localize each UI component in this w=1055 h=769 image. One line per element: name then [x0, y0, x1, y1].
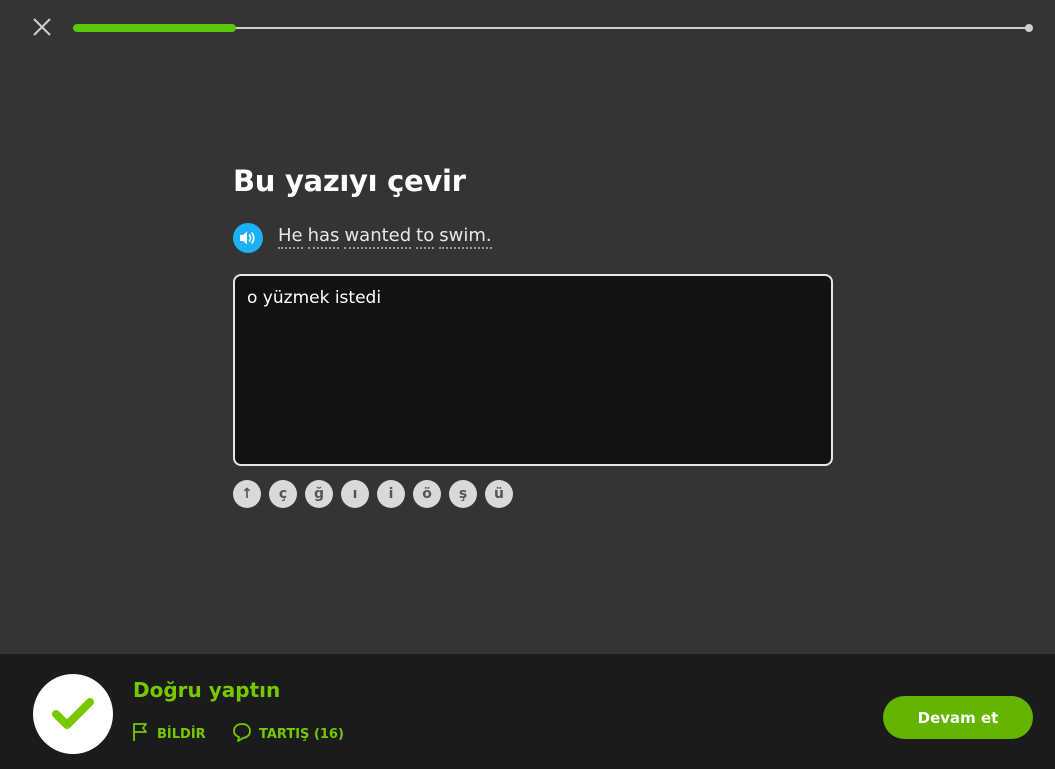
- progress-fill: [73, 24, 236, 32]
- prompt-word[interactable]: He: [278, 225, 303, 249]
- check-icon: [33, 674, 113, 754]
- special-char-key[interactable]: ş: [449, 480, 477, 508]
- prompt-word[interactable]: has: [307, 225, 340, 249]
- comment-icon: [232, 722, 252, 746]
- result-title: Doğru yaptın: [133, 678, 281, 702]
- prompt-word[interactable]: to: [416, 225, 435, 249]
- shift-key[interactable]: ↑: [233, 480, 261, 508]
- speaker-icon[interactable]: [233, 223, 263, 253]
- exercise-title: Bu yazıyı çevir: [233, 164, 466, 198]
- report-label: BİLDİR: [157, 726, 206, 742]
- discuss-label: TARTIŞ (16): [259, 726, 344, 742]
- prompt-word[interactable]: wanted: [344, 225, 412, 249]
- special-char-key[interactable]: ı: [341, 480, 369, 508]
- report-button[interactable]: BİLDİR: [132, 722, 206, 746]
- special-keys: ↑ ç ğ ı i ö ş ü: [233, 480, 513, 508]
- special-char-key[interactable]: ö: [413, 480, 441, 508]
- lesson-page: Bu yazıyı çevir He has wanted to swim. o yüz…: [0, 0, 1055, 769]
- prompt-word[interactable]: swim.: [439, 225, 492, 249]
- answer-textarea[interactable]: o yüzmek istedi: [233, 274, 833, 466]
- answer-text[interactable]: o yüzmek istedi: [247, 288, 381, 308]
- continue-button[interactable]: Devam et: [883, 696, 1033, 739]
- special-char-key[interactable]: ç: [269, 480, 297, 508]
- special-char-key[interactable]: ü: [485, 480, 513, 508]
- special-char-key[interactable]: i: [377, 480, 405, 508]
- discuss-button[interactable]: TARTIŞ (16): [232, 722, 344, 746]
- progress-bar: [73, 24, 1033, 32]
- flag-icon: [132, 722, 150, 746]
- progress-end-dot: [1025, 24, 1033, 32]
- close-icon[interactable]: [30, 15, 54, 39]
- result-footer: Doğru yaptın BİLDİR TARTIŞ (16) Devam et: [0, 654, 1055, 769]
- special-char-key[interactable]: ğ: [305, 480, 333, 508]
- prompt-sentence: He has wanted to swim.: [278, 225, 492, 249]
